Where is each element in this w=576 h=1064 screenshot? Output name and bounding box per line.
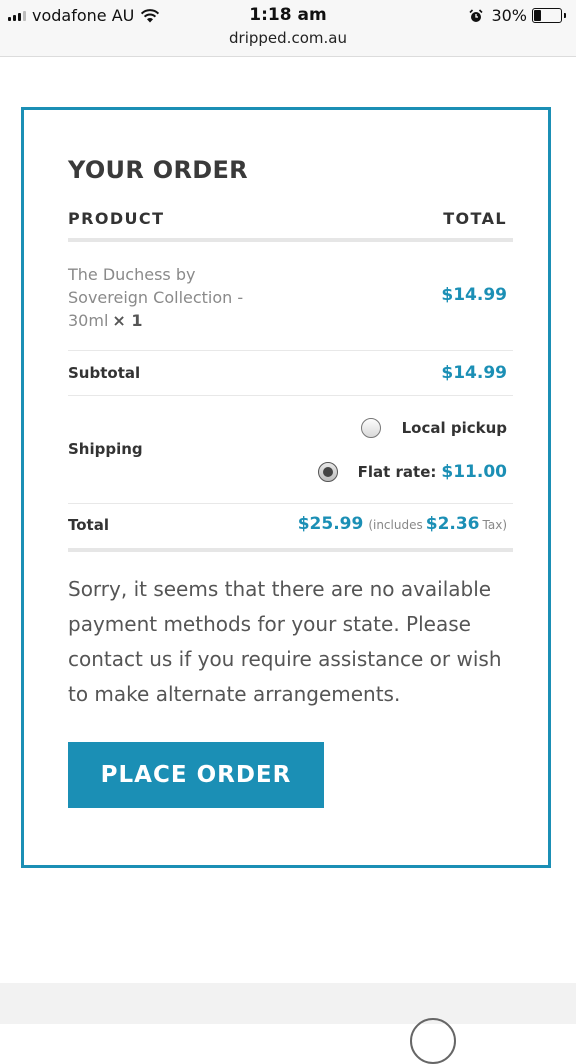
tax-text: Tax)	[482, 518, 507, 532]
header-divider	[68, 238, 513, 242]
place-order-button[interactable]: PLACE ORDER	[68, 742, 324, 808]
product-price: $14.99	[441, 285, 507, 305]
column-header-total: TOTAL	[443, 209, 507, 228]
circle-icon[interactable]	[410, 1018, 456, 1064]
product-name-cell: The Duchess by Sovereign Collection - 30…	[68, 263, 278, 332]
subtotal-value: $14.99	[441, 363, 507, 383]
flat-rate-label: Flat rate:	[357, 463, 437, 481]
order-review-box: YOUR ORDER PRODUCT TOTAL The Duchess by …	[21, 107, 551, 868]
no-payment-methods-notice: Sorry, it seems that there are no availa…	[68, 577, 502, 706]
local-pickup-radio[interactable]	[360, 418, 381, 438]
subtotal-label: Subtotal	[68, 364, 141, 382]
address-bar-url[interactable]: dripped.com.au	[0, 29, 576, 47]
status-right: 30%	[469, 6, 566, 25]
includes-text: (includes	[368, 518, 423, 532]
battery-percent: 30%	[491, 6, 527, 25]
total-value: $25.99	[297, 514, 364, 534]
total-label: Total	[68, 516, 109, 534]
tax-value: $2.36	[425, 514, 480, 534]
alarm-icon	[469, 8, 484, 22]
bottom-toolbar	[0, 983, 576, 1024]
order-title: YOUR ORDER	[68, 156, 248, 184]
battery-icon	[532, 8, 566, 23]
shipping-option-local-pickup[interactable]: Local pickup	[360, 418, 507, 438]
row-divider	[68, 395, 513, 396]
flat-rate-radio[interactable]	[317, 462, 338, 482]
product-quantity: × 1	[112, 311, 143, 330]
footer-divider	[68, 548, 513, 552]
shipping-label: Shipping	[68, 440, 143, 458]
local-pickup-label: Local pickup	[401, 419, 507, 437]
status-bar: vodafone AU 1:18 am dripped.com.au 30%	[0, 0, 576, 57]
total-value-group: $25.99 (includes $2.36 Tax)	[298, 514, 507, 534]
row-divider	[68, 503, 513, 504]
shipping-option-flat-rate[interactable]: Flat rate: $11.00	[317, 462, 507, 482]
product-name: The Duchess by Sovereign Collection - 30…	[68, 265, 244, 330]
flat-rate-price: $11.00	[441, 462, 507, 482]
row-divider	[68, 350, 513, 351]
column-header-product: PRODUCT	[68, 209, 165, 228]
